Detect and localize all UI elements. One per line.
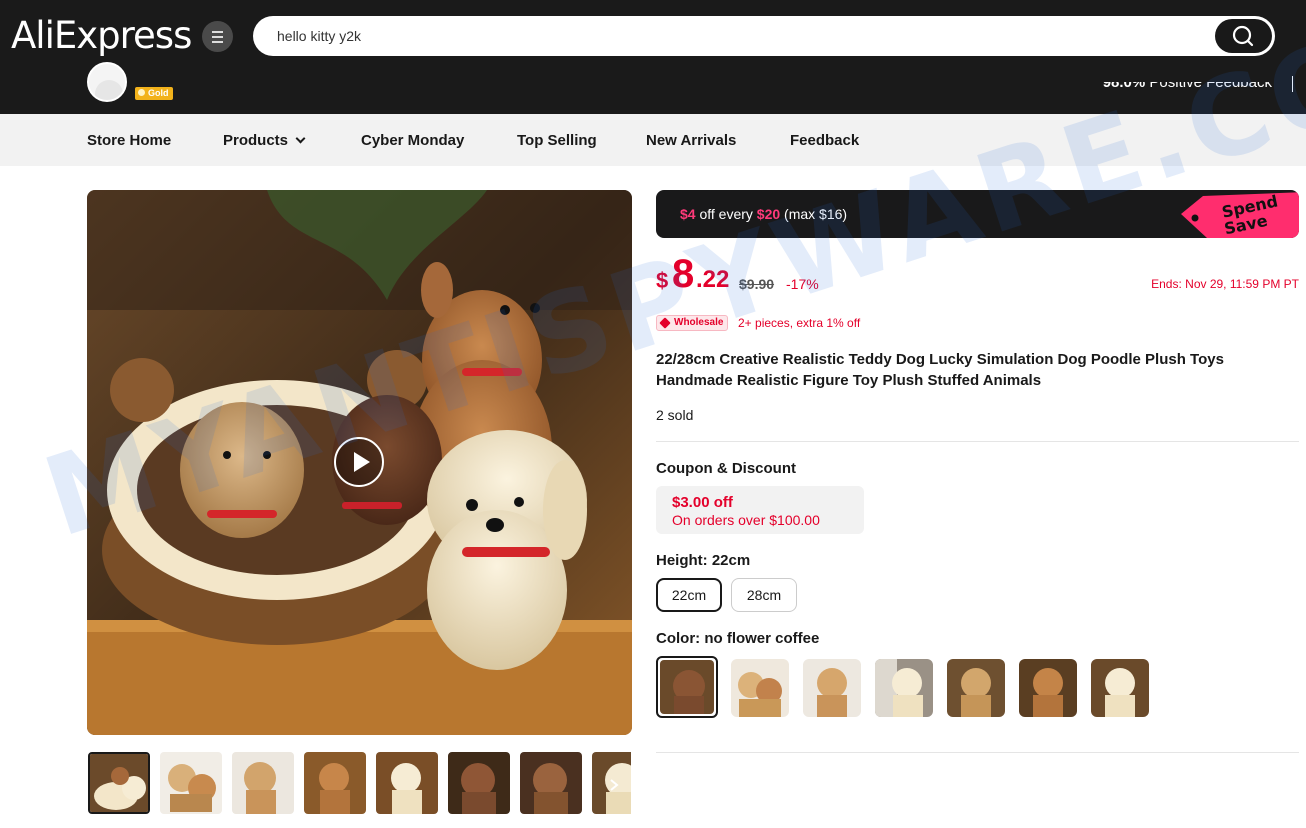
nav-store-home[interactable]: Store Home	[87, 132, 171, 149]
play-video-button[interactable]	[334, 437, 384, 487]
color-label: Color: no flower coffee	[656, 630, 820, 647]
height-option-22cm[interactable]: 22cm	[656, 578, 722, 612]
thumbnail[interactable]	[88, 752, 150, 814]
color-option[interactable]	[656, 656, 718, 718]
sale-ends: Ends: Nov 29, 11:59 PM PT	[1151, 277, 1299, 291]
nav-products[interactable]: Products	[223, 132, 306, 149]
nav-feedback[interactable]: Feedback	[790, 132, 859, 149]
top-header: AliExpress hello kitty y2k Gold 98.0% Po…	[0, 0, 1306, 114]
nav-top-selling[interactable]: Top Selling	[517, 132, 597, 149]
color-option[interactable]	[731, 659, 789, 717]
thumbnail-next-button[interactable]	[607, 778, 621, 792]
spend-save-badge: Spend Save	[1177, 192, 1299, 238]
price-decimal: .22	[696, 266, 730, 293]
thumbnail[interactable]	[376, 752, 438, 814]
wholesale-badge: Wholesale	[656, 315, 729, 331]
divider	[656, 752, 1299, 753]
discount-percent: -17%	[786, 276, 819, 292]
feedback-score-value: 98.0%	[1102, 74, 1146, 91]
color-option[interactable]	[803, 659, 861, 717]
store-nav: Store Home Products Cyber Monday Top Sel…	[0, 114, 1306, 166]
sold-count: 2 sold	[656, 407, 694, 423]
coupon-condition: On orders over $100.00	[672, 512, 820, 528]
coupon-card[interactable]: $3.00 off On orders over $100.00	[656, 486, 864, 534]
nav-products-label: Products	[223, 132, 289, 149]
height-option-28cm[interactable]: 28cm	[731, 578, 797, 612]
thumbnail-strip	[88, 752, 631, 814]
promo-banner[interactable]: $4 off every $20 (max $16) Spend Save	[656, 190, 1299, 238]
positive-feedback[interactable]: 98.0% Positive Feedback	[1102, 74, 1272, 91]
chevron-right-icon	[610, 779, 619, 791]
product-title: 22/28cm Creative Realistic Teddy Dog Luc…	[656, 351, 1224, 389]
thumbnail[interactable]	[232, 752, 294, 814]
search-button[interactable]	[1215, 19, 1272, 53]
search-bar[interactable]: hello kitty y2k	[253, 16, 1275, 56]
divider	[1292, 76, 1293, 92]
feedback-score-label: Positive Feedback	[1149, 74, 1272, 91]
product-main-image[interactable]	[87, 190, 632, 735]
wholesale-text: 2+ pieces, extra 1% off	[738, 316, 861, 330]
color-option[interactable]	[1091, 659, 1149, 717]
thumbnail[interactable]	[520, 752, 582, 814]
aliexpress-logo[interactable]: AliExpress	[11, 14, 192, 57]
promo-text: $4 off every $20 (max $16)	[680, 206, 848, 222]
chevron-down-icon	[295, 133, 306, 144]
height-label: Height: 22cm	[656, 552, 751, 569]
gold-badge: Gold	[135, 87, 173, 100]
store-avatar[interactable]	[87, 62, 127, 102]
thumbnail[interactable]	[160, 752, 222, 814]
menu-icon	[212, 31, 223, 33]
nav-new-arrivals[interactable]: New Arrivals	[646, 132, 736, 149]
color-option[interactable]	[875, 659, 933, 717]
color-option[interactable]	[947, 659, 1005, 717]
thumbnail[interactable]	[304, 752, 366, 814]
color-option[interactable]	[1019, 659, 1077, 717]
thumbnail[interactable]	[448, 752, 510, 814]
original-price: $9.90	[739, 276, 775, 292]
price-currency: $	[656, 268, 669, 293]
coupon-amount: $3.00 off	[672, 494, 733, 511]
search-icon	[1232, 25, 1254, 47]
nav-cyber-monday[interactable]: Cyber Monday	[361, 132, 464, 149]
search-input[interactable]: hello kitty y2k	[277, 28, 361, 44]
coupon-heading: Coupon & Discount	[656, 460, 796, 477]
price-integer: 8	[672, 252, 695, 296]
menu-button[interactable]	[202, 21, 233, 52]
divider	[656, 441, 1299, 442]
